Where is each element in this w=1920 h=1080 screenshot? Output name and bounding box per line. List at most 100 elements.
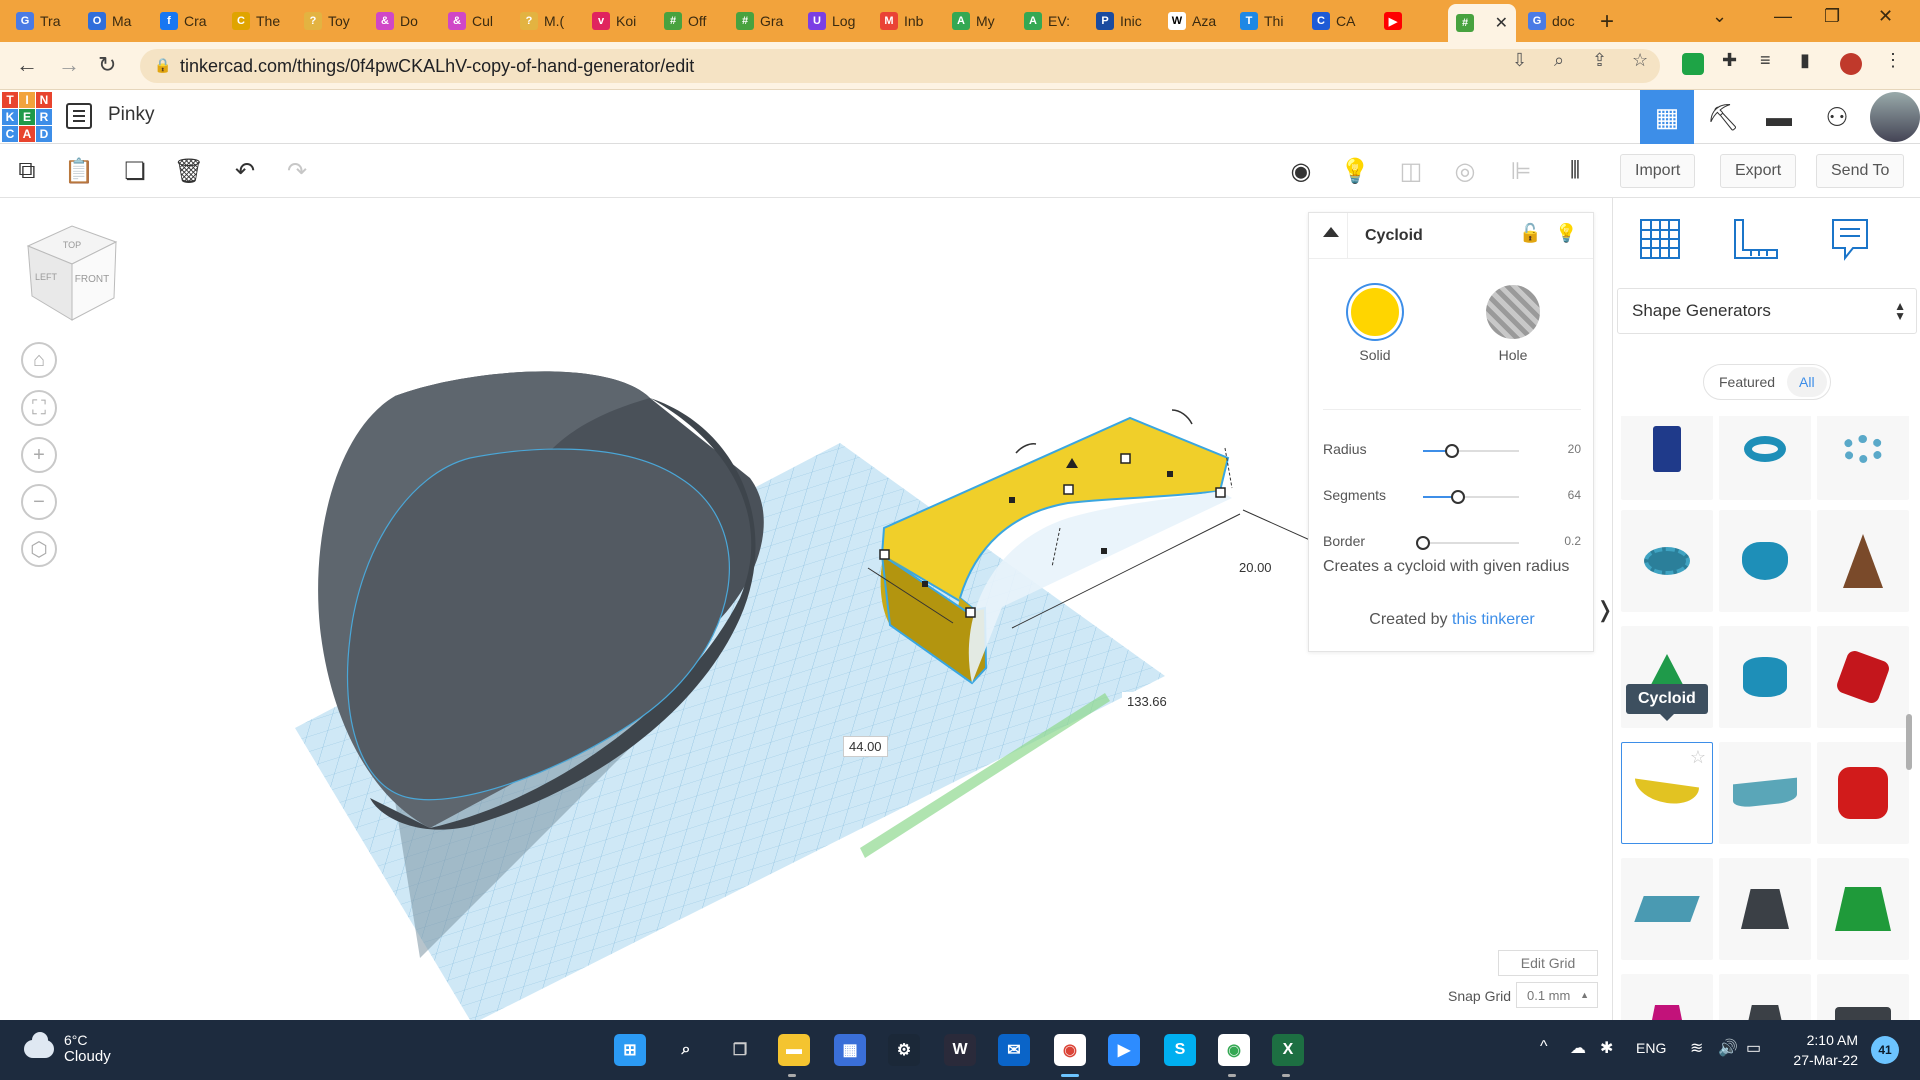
fit-view-icon[interactable]: ⛶: [21, 390, 57, 426]
browser-tab[interactable]: C The: [224, 6, 292, 36]
system-clock[interactable]: 2:10 AM 27-Mar-22: [1782, 1030, 1858, 1070]
microsoft-store-icon[interactable]: ▦: [834, 1034, 866, 1066]
shape-tile-twisted-torus[interactable]: [1817, 416, 1909, 500]
edit-grid-button[interactable]: Edit Grid: [1498, 950, 1598, 976]
shape-tile-red-rounded-box[interactable]: [1817, 742, 1909, 844]
workplane-grid-icon[interactable]: [1633, 212, 1687, 266]
export-button[interactable]: Export: [1720, 154, 1797, 188]
shape-library-select[interactable]: Shape Generators ▲ ▼: [1617, 288, 1917, 334]
hide-bulb-icon[interactable]: 💡: [1555, 223, 1577, 244]
close-window-button[interactable]: ✕: [1878, 6, 1893, 27]
property-slider-thumb[interactable]: [1444, 444, 1459, 458]
skype-icon[interactable]: S: [1164, 1034, 1196, 1066]
tray-overflow-icon[interactable]: ^: [1540, 1038, 1548, 1056]
browser-tab[interactable]: A EV:: [1016, 6, 1084, 36]
shape-tile-red-polyhedron[interactable]: [1817, 626, 1909, 728]
mail-icon[interactable]: ✉: [998, 1034, 1030, 1066]
view-cube-graphic[interactable]: TOP LEFT FRONT: [22, 218, 122, 328]
search-icon[interactable]: ⌕: [670, 1034, 702, 1066]
profile-avatar-icon[interactable]: [1840, 53, 1862, 75]
browser-tab[interactable]: & Do: [368, 6, 436, 36]
featured-toggle-option[interactable]: Featured: [1707, 367, 1787, 397]
tab-search-icon[interactable]: ⌄: [1712, 6, 1727, 27]
browser-tab[interactable]: ? M.(: [512, 6, 580, 36]
extension-check-icon[interactable]: [1682, 53, 1704, 75]
dimension-width-label[interactable]: 44.00: [843, 736, 888, 757]
hole-pattern-swatch[interactable]: [1486, 285, 1540, 339]
align-icon[interactable]: ⊫: [1506, 156, 1536, 186]
zoom-out-icon[interactable]: −: [21, 484, 57, 520]
steam-icon[interactable]: ⚙: [888, 1034, 920, 1066]
shape-tile-ribbed-cylinder[interactable]: [1719, 510, 1811, 612]
shape-tile-cone[interactable]: [1817, 510, 1909, 612]
property-slider-thumb[interactable]: [1416, 536, 1430, 550]
browser-tab[interactable]: # ✕: [1448, 4, 1516, 42]
solid-color-swatch[interactable]: [1348, 285, 1402, 339]
import-button[interactable]: Import: [1620, 154, 1696, 188]
browser-tab[interactable]: U Log: [800, 6, 868, 36]
browser-tab[interactable]: W Aza: [1160, 6, 1228, 36]
zoom-icon[interactable]: ⌕: [1554, 50, 1564, 71]
dimension-length-label[interactable]: 133.66: [1122, 692, 1172, 711]
tab-close-icon[interactable]: ✕: [1495, 13, 1508, 33]
reload-button[interactable]: ↻: [98, 52, 116, 78]
solid-option[interactable]: Solid: [1335, 285, 1415, 363]
home-view-icon[interactable]: ⌂: [21, 342, 57, 378]
browser-tab[interactable]: P Inic: [1088, 6, 1156, 36]
mirror-icon[interactable]: ⫴: [1560, 156, 1590, 186]
redo-icon[interactable]: ↷: [282, 156, 312, 186]
undo-icon[interactable]: ↶: [230, 156, 260, 186]
zoom-app-icon[interactable]: ▶: [1108, 1034, 1140, 1066]
browser-tab[interactable]: & Cul: [440, 6, 508, 36]
bookmark-star-icon[interactable]: ☆: [1632, 50, 1648, 71]
browser-tab[interactable]: A My: [944, 6, 1012, 36]
property-slider-track[interactable]: [1423, 490, 1519, 504]
excel-icon[interactable]: X: [1272, 1034, 1304, 1066]
hole-option[interactable]: Hole: [1473, 285, 1553, 363]
tray-app-icon[interactable]: ✱: [1600, 1038, 1613, 1058]
side-panel-icon[interactable]: ▮: [1800, 50, 1810, 71]
property-slider-track[interactable]: [1423, 444, 1519, 458]
volume-icon[interactable]: 🔊: [1718, 1038, 1738, 1058]
url-input[interactable]: 🔒 tinkercad.com/things/0f4pwCKALhV-copy-…: [140, 49, 1660, 83]
share-icon[interactable]: ⇪: [1592, 50, 1607, 71]
task-view-icon[interactable]: ❐: [724, 1034, 756, 1066]
collapse-inspector-icon[interactable]: [1323, 227, 1339, 237]
reading-list-icon[interactable]: ≡: [1760, 50, 1771, 71]
browser-tab[interactable]: C CA: [1304, 6, 1372, 36]
shape-tile-pillar[interactable]: [1621, 416, 1713, 500]
favorite-star-icon[interactable]: ☆: [1690, 747, 1706, 768]
file-explorer-icon[interactable]: ▬: [778, 1034, 810, 1066]
bricks-view-icon[interactable]: ▬: [1752, 90, 1806, 144]
blocks-view-icon[interactable]: ⛏: [1696, 90, 1750, 144]
ruler-icon[interactable]: [1729, 212, 1783, 266]
ungroup-icon[interactable]: ◎: [1450, 156, 1480, 186]
all-toggle-option[interactable]: All: [1787, 367, 1827, 397]
language-indicator[interactable]: ENG: [1636, 1040, 1666, 1056]
browser-menu-icon[interactable]: ⋮: [1884, 50, 1902, 71]
install-app-icon[interactable]: ⇩: [1512, 50, 1527, 71]
shape-tile-dark-shape[interactable]: [1719, 974, 1811, 1020]
browser-tab[interactable]: f Cra: [152, 6, 220, 36]
shape-tile-gear[interactable]: [1621, 510, 1713, 612]
property-value[interactable]: 0.2: [1564, 534, 1581, 548]
browser-tab[interactable]: ? Toy: [296, 6, 364, 36]
shape-tile-cycloid[interactable]: ☆: [1621, 742, 1713, 844]
notes-comment-icon[interactable]: [1823, 212, 1877, 266]
shape-tile-dark-wedge[interactable]: [1719, 858, 1811, 960]
start-icon[interactable]: ⊞: [614, 1034, 646, 1066]
notes-icon[interactable]: ◉: [1286, 156, 1316, 186]
design-list-icon[interactable]: [66, 103, 92, 129]
browser-tab[interactable]: T Thi: [1232, 6, 1300, 36]
shape-tile-brick[interactable]: [1817, 974, 1909, 1020]
shape-tile-magenta-shape[interactable]: [1621, 974, 1713, 1020]
tinkercad-logo[interactable]: TIN KER CAD: [2, 92, 52, 142]
shape-tile-green-trapezoid[interactable]: [1817, 858, 1909, 960]
restore-button[interactable]: ❐: [1824, 6, 1840, 27]
3d-design-view-button[interactable]: ▦: [1640, 90, 1694, 144]
dimension-height-label[interactable]: 20.00: [1234, 558, 1277, 577]
duplicate-icon[interactable]: ❏: [120, 156, 150, 186]
view-cube[interactable]: TOP LEFT FRONT: [22, 218, 122, 328]
minimize-button[interactable]: —: [1774, 6, 1792, 27]
invite-user-icon[interactable]: ⚇: [1810, 90, 1864, 144]
